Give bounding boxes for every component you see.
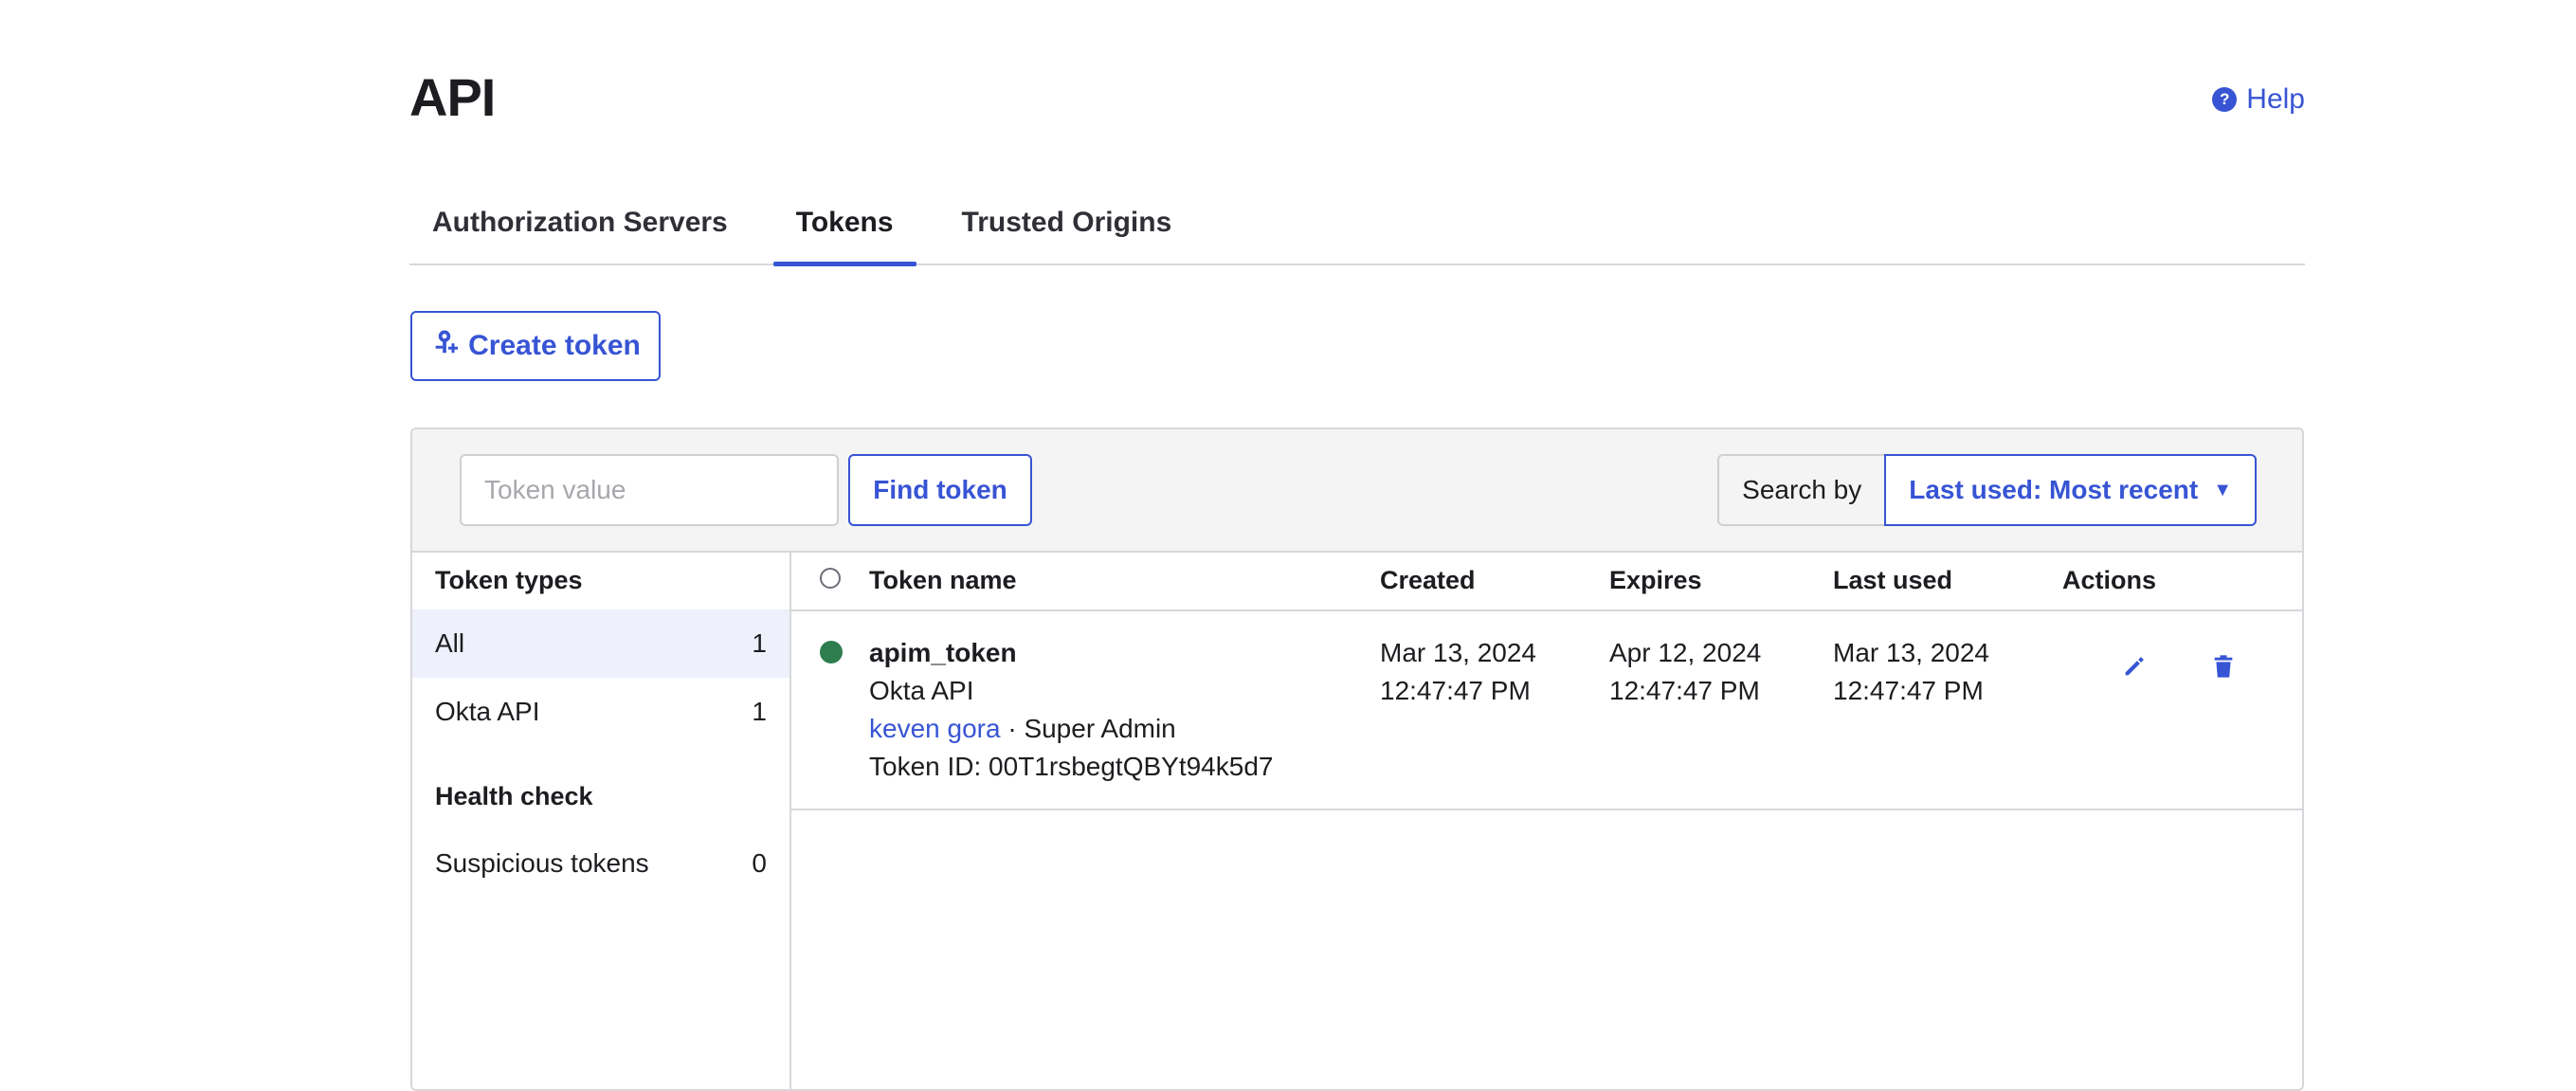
select-all-radio[interactable] (820, 568, 841, 589)
token-id: Token ID: 00T1rsbegtQBYt94k5d7 (869, 752, 1274, 781)
status-active-dot (820, 641, 843, 664)
help-link[interactable]: ? Help (2212, 83, 2305, 116)
owner-separator: · (1000, 714, 1025, 743)
column-header-created[interactable]: Created (1380, 551, 1476, 609)
token-filter-sidebar: Token types All 1 Okta API 1 Health chec… (412, 551, 791, 1089)
column-header-expires[interactable]: Expires (1609, 551, 1702, 609)
tokens-table: Token name Created Expires Last used Act… (791, 551, 2302, 1089)
trash-icon (2214, 655, 2233, 678)
expires-cell: Apr 12, 2024 12:47:47 PM (1609, 634, 1761, 710)
owner-role: Super Admin (1024, 714, 1176, 743)
page-title: API (409, 67, 496, 127)
help-circle-icon: ? (2212, 87, 2238, 112)
expires-date: Apr 12, 2024 (1609, 638, 1762, 667)
expires-time: 12:47:47 PM (1609, 676, 1760, 705)
owner-link[interactable]: keven gora (869, 714, 1001, 743)
search-by-label: Search by (1717, 454, 1885, 526)
table-header: Token name Created Expires Last used Act… (791, 551, 2302, 611)
filter-item-label: Suspicious tokens (435, 848, 649, 878)
tokens-panel: Find token Search by Last used: Most rec… (410, 427, 2304, 1091)
column-header-token-name[interactable]: Token name (869, 551, 1017, 609)
edit-token-button[interactable] (2117, 649, 2151, 683)
column-header-actions: Actions (2062, 565, 2157, 594)
create-token-button[interactable]: Create token (410, 311, 661, 381)
tab-trusted-origins[interactable]: Trusted Origins (939, 188, 1195, 264)
filter-item-count: 1 (752, 697, 767, 726)
search-toolbar: Find token Search by Last used: Most rec… (412, 429, 2302, 553)
last-used-cell: Mar 13, 2024 12:47:47 PM (1833, 634, 1989, 710)
filter-item-label: All (435, 628, 465, 658)
created-cell: Mar 13, 2024 12:47:47 PM (1380, 634, 1536, 710)
filter-item-suspicious-tokens[interactable]: Suspicious tokens 0 (412, 829, 789, 898)
filter-item-okta-api[interactable]: Okta API 1 (412, 678, 789, 746)
filter-item-label: Okta API (435, 697, 540, 726)
filter-item-count: 0 (752, 848, 767, 878)
last-used-time: 12:47:47 PM (1833, 676, 1984, 705)
filter-item-all[interactable]: All 1 (412, 609, 789, 678)
token-types-heading: Token types (435, 565, 583, 594)
token-type: Okta API (869, 676, 974, 705)
token-value-input[interactable] (460, 454, 839, 526)
key-plus-icon (430, 328, 459, 364)
tab-authorization-servers[interactable]: Authorization Servers (409, 188, 751, 264)
help-label: Help (2246, 83, 2305, 115)
pencil-icon (2125, 657, 2144, 676)
sort-dropdown-value: Last used: Most recent (1909, 475, 2199, 504)
tab-bar: Authorization Servers Tokens Trusted Ori… (409, 188, 2305, 266)
search-by-group: Search by Last used: Most recent ▼ (1717, 454, 2257, 526)
filter-item-count: 1 (752, 628, 767, 658)
last-used-date: Mar 13, 2024 (1833, 638, 1989, 667)
created-date: Mar 13, 2024 (1380, 638, 1536, 667)
caret-down-icon: ▼ (2213, 479, 2232, 500)
health-check-heading: Health check (435, 781, 593, 810)
sort-dropdown[interactable]: Last used: Most recent ▼ (1884, 454, 2257, 526)
find-token-button[interactable]: Find token (848, 454, 1032, 526)
create-token-label: Create token (468, 330, 641, 361)
table-row: apim_token Okta API keven gora · Super A… (791, 611, 2302, 810)
token-owner-line: keven gora · Super Admin (869, 710, 1273, 748)
column-header-last-used[interactable]: Last used (1833, 551, 1952, 609)
api-tokens-page: API ? Help Authorization Servers Tokens … (0, 0, 2576, 1091)
created-time: 12:47:47 PM (1380, 676, 1531, 705)
delete-token-button[interactable] (2206, 649, 2240, 683)
token-name: apim_token (869, 638, 1017, 667)
token-name-cell: apim_token Okta API keven gora · Super A… (869, 634, 1273, 786)
tab-tokens[interactable]: Tokens (772, 188, 916, 266)
